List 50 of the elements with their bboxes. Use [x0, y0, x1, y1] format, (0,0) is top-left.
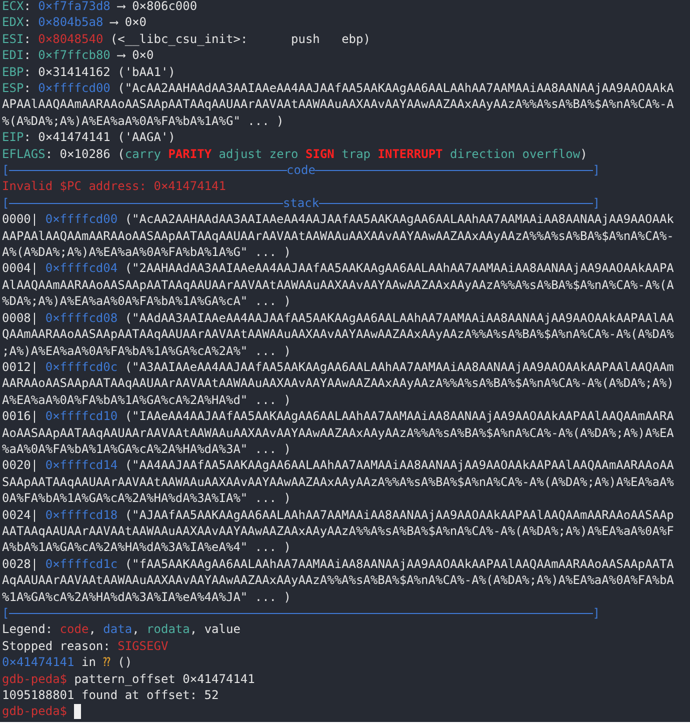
- terminal-line: EDI: 0×f7ffcb80 ⟶ 0×0: [2, 47, 154, 64]
- section-title: code: [286, 162, 316, 178]
- terminal-line: QAAmAARAAoAASAApAATAAqAAUAArAAVAAtAAWAAuAAXAAvAAYAAwAAZAAxAAyAAzA%%A%sA%BA%$A%nA%CA%-A%(A%DA%: [2, 326, 674, 342]
- terminal-line: ;A%)A%EA%aA%0A%FA%bA%1A%GA%cA%2A%" ... ): [2, 342, 291, 359]
- bracket: ]: [592, 162, 600, 178]
- bracket: [: [2, 162, 10, 178]
- terminal-line: SAApAATAAqAAUAArAAVAAtAAWAAuAAXAAvAAYAAwAAZAAxAAyAAzA%%A%sA%BA%$A%nA%CA%-A%(A%DA%;A%)A%EA%aA%: [2, 474, 674, 490]
- terminal-line: %(A%DA%;A%)A%EA%aA%0A%FA%bA%1A%G" ... ): [2, 112, 284, 130]
- prompt-line: gdb-peda$: [2, 703, 68, 720]
- terminal-line: 0000| 0×ffffcd00 ("AcAA2AAHAAdAA3AAIAAeAA4AAJAAfAA5AAKAAgAA6AALAAhAA7AAMAAiAA8AANAAjAA9AAOAAk: [2, 211, 674, 228]
- bracket: ]: [592, 194, 600, 212]
- terminal-line: AqAAUAArAAVAAtAAWAAuAAXAAvAAYAAwAAZAAxAAyAAzA%%A%sA%BA%$A%nA%CA%-A%(A%DA%;A%)A%EA%aA%0A%FA%bA: [2, 572, 674, 589]
- section-title: stack: [282, 194, 320, 212]
- bracket: ]: [592, 605, 600, 622]
- cursor: [74, 704, 82, 720]
- terminal-line: %1A%GA%cA%2A%HA%dA%3A%IA%eA%4A%JA" ... ): [2, 588, 291, 605]
- terminal-line: EFLAGS: 0×10286 (carry PARITY adjust zero SIGN trap INTERRUPT direction overflow): [2, 146, 588, 162]
- terminal-line: %aA%0A%FA%bA%1A%GA%cA%2A%HA%dA%3A" ... ): [2, 440, 291, 458]
- terminal-line: 1095188801 found at offset: 52: [2, 687, 219, 704]
- terminal-line: ESP: 0×ffffcd00 ("AcAA2AAHAAdAA3AAIAAeAA4AAJAAfAA5AAKAAgAA6AALAAhAA7AAMAAiAA8AANAAjAA9AAOAAkA: [2, 80, 674, 96]
- terminal-line: APAAlAAQAAmAARAAoAASAApAATAAqAAUAArAAVAAtAAWAAuAAXAAvAAYAAwAAZAAxAAyAAzA%%A%sA%BA%$A%nA%CA%-A: [2, 96, 674, 113]
- terminal-line: EBP: 0×31414162 ('bAA1'): [2, 64, 176, 80]
- terminal-line: AAPAAlAAQAAmAARAAoAASAApAATAAqAAUAArAAVAAtAAWAAuAAXAAvAAYAAwAAZAAxAAyAAzA%%A%sA%BA%$A%nA%CA%-: [2, 228, 674, 244]
- terminal-line: 0016| 0×ffffcd10 ("IAAeAA4AAJAAfAA5AAKAAgAA6AALAAhAA7AAMAAiAA8AANAAjAA9AAOAAkAAPAAlAAQAAmAARA: [2, 408, 674, 425]
- terminal-line: ECX: 0×f7fa73d8 ⟶ 0×806c000: [2, 0, 198, 14]
- terminal-line: Stopped reason: SIGSEGV: [2, 638, 168, 654]
- bracket: [: [2, 194, 10, 212]
- terminal-line: EDX: 0×804b5a8 ⟶ 0×0: [2, 14, 147, 31]
- terminal-line: Legend: code, data, rodata, value: [2, 621, 240, 638]
- terminal-line: EIP: 0×41474141 ('AAGA'): [2, 129, 176, 146]
- terminal-line: Invalid $PC address: 0×41474141: [2, 178, 226, 195]
- terminal-line: AARAAoAASAApAATAAqAAUAArAAVAAtAAWAAuAAXAAvAAYAAwAAZAAxAAyAAzA%%A%sA%BA%$A%nA%CA%-A%(A%DA%;A%): [2, 375, 674, 392]
- terminal-line: %DA%;A%)A%EA%aA%0A%FA%bA%1A%GA%cA" ... ): [2, 293, 291, 310]
- terminal-line: AlAAQAAmAARAAoAASAApAATAAqAAUAArAAVAAtAAWAAuAAXAAvAAYAAwAAZAAxAAyAAzA%%A%sA%BA%$A%nA%CA%-A%(A: [2, 276, 674, 294]
- terminal-line: A%EA%aA%0A%FA%bA%1A%GA%cA%2A%HA%d" ... ): [2, 392, 291, 408]
- terminal-line: 0×41474141 in ⁇ (): [2, 654, 132, 671]
- terminal-line: 0A%FA%bA%1A%GA%cA%2A%HA%dA%3A%IA%" ... ): [2, 490, 291, 507]
- terminal-line: gdb-peda$ pattern_offset 0×41474141: [2, 670, 255, 688]
- terminal-line: 0012| 0×ffffcd0c ("A3AAIAAeAA4AAJAAfAA5AAKAAgAA6AALAAhAA7AAMAAiAA8AANAAjAA9AAOAAkAAPAAlAAQAAm: [2, 358, 674, 376]
- terminal-line: 0008| 0×ffffcd08 ("AAdAA3AAIAAeAA4AAJAAfAA5AAKAAgAA6AALAAhAA7AAMAAiAA8AANAAjAA9AAOAAkAAPAAlAA: [2, 310, 674, 326]
- terminal-line: AATAAqAAUAArAAVAAtAAWAAuAAXAAvAAYAAwAAZAAxAAyAAzA%%A%sA%BA%$A%nA%CA%-A%(A%DA%;A%)A%EA%aA%0A%F: [2, 522, 674, 540]
- terminal-line: 0024| 0×ffffcd18 ("AJAAfAA5AAKAAgAA6AALAAhAA7AAMAAiAA8AANAAjAA9AAOAAkAAPAAlAAQAAmAARAAoAASAAp: [2, 506, 674, 523]
- terminal-line: 0020| 0×ffffcd14 ("AA4AAJAAfAA5AAKAAgAA6AALAAhAA7AAMAAiAA8AANAAjAA9AAOAAkAAPAAlAAQAAmAARAAoAA: [2, 457, 674, 474]
- terminal-line: 0028| 0×ffffcd1c ("fAA5AAKAAgAA6AALAAhAA7AAMAAiAA8AANAAjAA9AAOAAkAAPAAlAAQAAmAARAAoAASAApAATA: [2, 556, 674, 572]
- terminal-line: 0004| 0×ffffcd04 ("2AAHAAdAA3AAIAAeAA4AAJAAfAA5AAKAAgAA6AALAAhAA7AAMAAiAA8AANAAjAA9AAOAAkAAPA: [2, 260, 674, 277]
- bracket: [: [2, 605, 10, 622]
- terminal-line: AoAASAApAATAAqAAUAArAAVAAtAAWAAuAAXAAvAAYAAwAAZAAxAAyAAzA%%A%sA%BA%$A%nA%CA%-A%(A%DA%;A%)A%EA: [2, 424, 674, 441]
- terminal-line: A%(A%DA%;A%)A%EA%aA%0A%FA%bA%1A%G" ... ): [2, 244, 291, 260]
- terminal-line: ESI: 0×8048540 (<__libc_csu_init>: push ebp): [2, 30, 370, 48]
- terminal-line: A%bA%1A%GA%cA%2A%HA%dA%3A%IA%eA%4" ... ): [2, 539, 291, 556]
